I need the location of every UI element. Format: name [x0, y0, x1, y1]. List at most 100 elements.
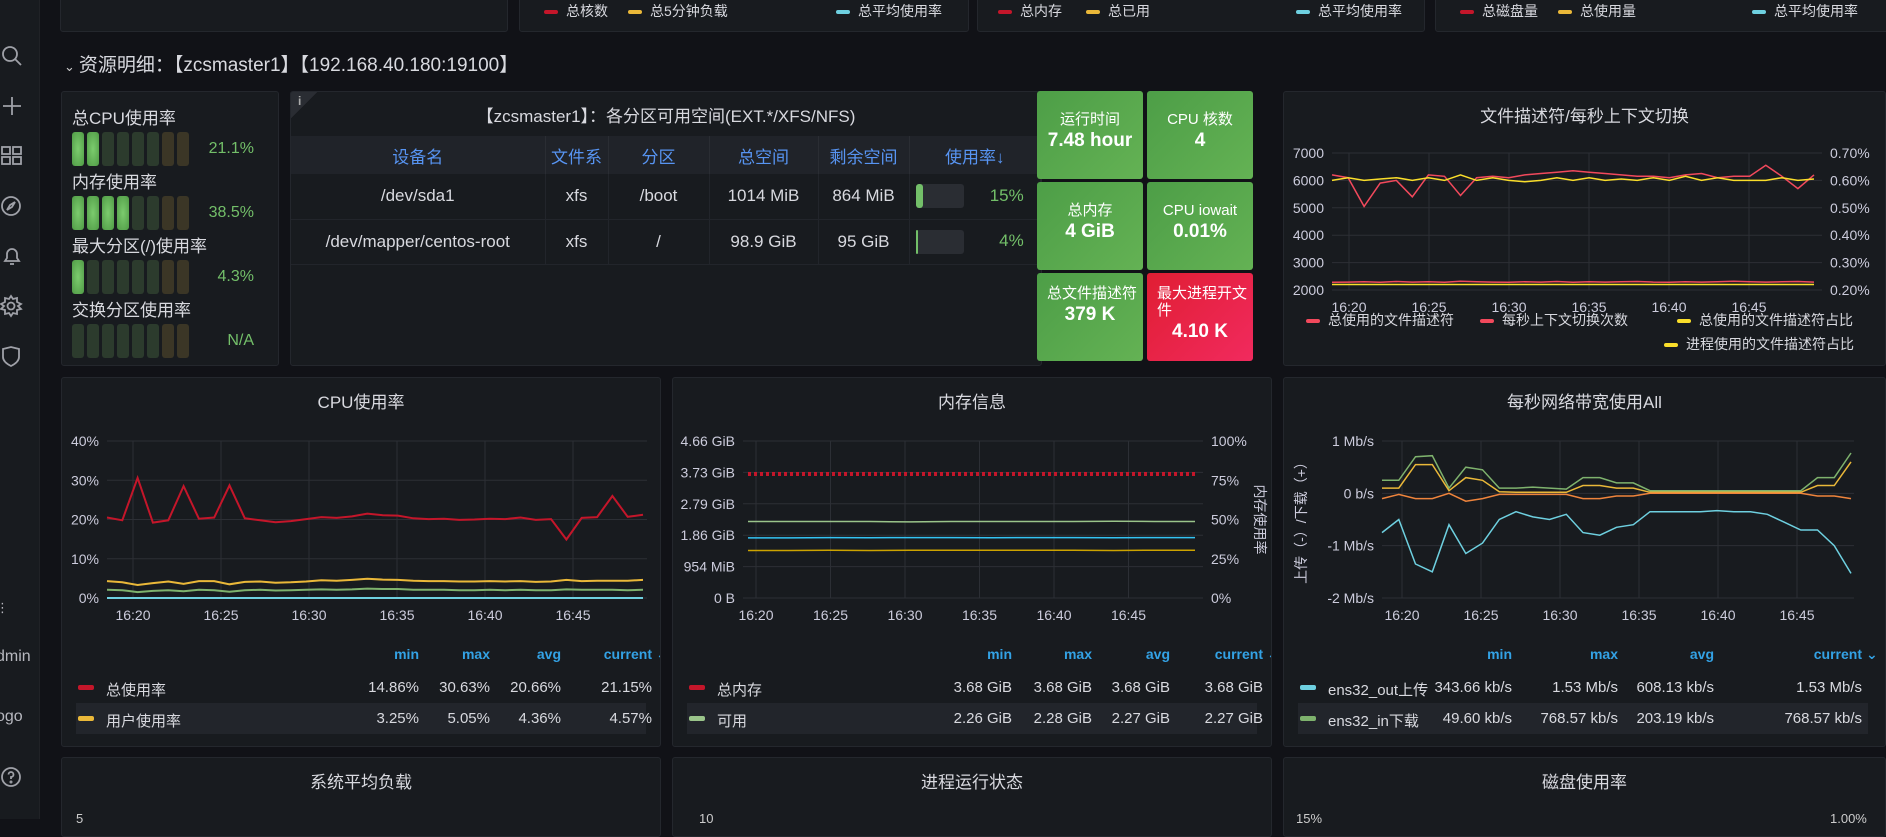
- gauge-cell: [117, 260, 129, 294]
- legend-item[interactable]: 总核数: [544, 1, 608, 21]
- legend-header-min[interactable]: min: [1452, 646, 1512, 662]
- legend-header-max[interactable]: max: [1558, 646, 1618, 662]
- x-tick-label: 16:20: [115, 607, 150, 623]
- sort-chevron-icon[interactable]: ⌄: [656, 646, 661, 663]
- cell-total: 98.9 GiB: [709, 219, 818, 264]
- gauge-cell: [87, 132, 99, 166]
- gauge-label: 最大分区(/)使用率: [72, 232, 207, 257]
- legend-series-name: 总内存: [717, 679, 762, 700]
- explore-compass-icon[interactable]: [0, 194, 24, 218]
- search-icon[interactable]: [0, 44, 24, 68]
- column-header-fs[interactable]: 文件系: [545, 136, 608, 174]
- gauge-cell: [132, 196, 144, 230]
- column-header-free[interactable]: 剩余空间: [818, 136, 909, 174]
- y-tick-label: 4000: [1293, 227, 1324, 243]
- configuration-gear-icon[interactable]: [0, 294, 24, 318]
- legend-item[interactable]: 总磁盘量: [1460, 1, 1538, 21]
- row-title-collapse[interactable]: ⌄资源明细：【zcsmaster1】【192.168.40.180:19100】: [64, 50, 518, 77]
- legend-header-avg[interactable]: avg: [1654, 646, 1714, 662]
- legend-series-name: 总使用率: [106, 679, 166, 700]
- legend-item[interactable]: 总平均使用率: [1296, 1, 1402, 21]
- legend-header-min[interactable]: min: [952, 646, 1012, 662]
- legend-header-avg[interactable]: avg: [501, 646, 561, 662]
- signout-label[interactable]: ogo: [0, 708, 23, 726]
- y-tick-label: 40%: [71, 433, 99, 449]
- x-tick-label: 16:30: [887, 607, 922, 623]
- stat-tile[interactable]: 总文件描述符379 K: [1037, 273, 1143, 361]
- legend-item[interactable]: 总使用量: [1558, 1, 1636, 21]
- stat-tile[interactable]: 运行时间7.48 hour: [1037, 91, 1143, 179]
- user-profile-label[interactable]: dmin: [0, 648, 31, 666]
- legend-item[interactable]: 总5分钟负载: [628, 1, 728, 21]
- stat-tile[interactable]: CPU iowait0.01%: [1147, 182, 1253, 270]
- panel-title: 【zcsmaster1】：各分区可用空间(EXT.*/XFS/NFS): [291, 102, 1041, 127]
- legend-item[interactable]: 总平均使用率: [836, 1, 942, 21]
- legend-row[interactable]: 总使用率14.86%30.63%20.66%21.15%: [76, 672, 646, 703]
- alerting-bell-icon[interactable]: [0, 244, 24, 268]
- sort-chevron-icon[interactable]: ⌄: [1267, 646, 1272, 663]
- legend-header-current[interactable]: current: [592, 646, 652, 662]
- stat-label: 总内存: [1037, 202, 1143, 219]
- legend-swatch: [689, 685, 705, 690]
- cell-free: 95 GiB: [818, 219, 909, 264]
- dashboards-icon[interactable]: [0, 144, 24, 168]
- column-header-mount[interactable]: 分区: [608, 136, 709, 174]
- server-admin-shield-icon[interactable]: [0, 344, 24, 368]
- legend-current-value: 4.57%: [532, 710, 652, 727]
- help-icon[interactable]: [0, 765, 24, 789]
- x-tick-label: 16:45: [555, 607, 590, 623]
- legend-header-current[interactable]: current: [1203, 646, 1263, 662]
- stat-tile[interactable]: CPU 核数4: [1147, 91, 1253, 179]
- series-line: [1382, 511, 1851, 574]
- x-tick-label: 16:20: [738, 607, 773, 623]
- partial-panel-mem-summary: 总内存 总已用 总平均使用率: [977, 0, 1425, 32]
- legend-min-value: 343.66 kb/s: [1392, 679, 1512, 696]
- legend-row[interactable]: 可用2.26 GiB2.28 GiB2.27 GiB2.27 GiB: [687, 703, 1257, 734]
- legend-item[interactable]: 总使用的文件描述符: [1306, 310, 1454, 330]
- column-header-total[interactable]: 总空间: [709, 136, 818, 174]
- stat-label: CPU 核数: [1147, 111, 1253, 128]
- table-row: /dev/mapper/centos-root xfs / 98.9 GiB 9…: [291, 219, 1041, 264]
- stat-value: 4 GiB: [1037, 221, 1143, 243]
- gauge-cell: [147, 196, 159, 230]
- legend-item[interactable]: 总已用: [1086, 1, 1150, 21]
- legend-item[interactable]: 总内存: [998, 1, 1062, 21]
- stat-tile[interactable]: 最大进程开文件4.10 K: [1147, 273, 1253, 361]
- y-tick-label: 954 MiB: [684, 559, 735, 575]
- sort-chevron-icon[interactable]: ⌄: [1866, 646, 1878, 663]
- cell-mount: /boot: [608, 174, 709, 219]
- y2-tick-label: 0.40%: [1830, 227, 1870, 243]
- stat-value: 0.01%: [1147, 221, 1253, 243]
- column-header-usage[interactable]: 使用率↓: [909, 136, 1041, 174]
- legend-row[interactable]: 总内存3.68 GiB3.68 GiB3.68 GiB3.68 GiB: [687, 672, 1257, 703]
- user-avatar-fragment[interactable]: ⋮: [0, 600, 9, 616]
- legend-row[interactable]: 用户使用率3.25%5.05%4.36%4.57%: [76, 703, 646, 734]
- legend-header-current[interactable]: current: [1802, 646, 1862, 662]
- column-header-device[interactable]: 设备名: [291, 136, 545, 174]
- legend-item[interactable]: 每秒上下文切换次数: [1480, 310, 1628, 330]
- y-tick-label: 0%: [79, 590, 99, 606]
- legend-row[interactable]: ens32_in下载49.60 kb/s768.57 kb/s203.19 kb…: [1298, 703, 1868, 734]
- cell-device: /dev/sda1: [291, 174, 545, 219]
- legend-header-min[interactable]: min: [359, 646, 419, 662]
- y-tick-label: 5000: [1293, 200, 1324, 216]
- x-tick-label: 16:30: [1542, 607, 1577, 623]
- gauge-cell: [117, 132, 129, 166]
- plus-icon[interactable]: [0, 94, 24, 118]
- stat-tile[interactable]: 总内存 4 GiB: [1037, 182, 1143, 270]
- y-axis-label: 上传（-）/下载（+）: [1293, 455, 1309, 584]
- legend-item[interactable]: 总平均使用率: [1752, 1, 1858, 21]
- legend-header-avg[interactable]: avg: [1110, 646, 1170, 662]
- cell-fs: xfs: [545, 174, 608, 219]
- legend-row[interactable]: ens32_out上传343.66 kb/s1.53 Mb/s608.13 kb…: [1298, 672, 1868, 703]
- partial-panel-cpu-summary: 总核数 总5分钟负载 总平均使用率: [519, 0, 969, 32]
- x-tick-label: 16:25: [813, 607, 848, 623]
- legend-header-max[interactable]: max: [430, 646, 490, 662]
- legend-header-max[interactable]: max: [1032, 646, 1092, 662]
- gauge-cell: [87, 260, 99, 294]
- x-tick-label: 16:45: [1111, 607, 1146, 623]
- gauge-cell: [132, 324, 144, 358]
- legend-swatch: [1300, 716, 1316, 721]
- legend-item[interactable]: 进程使用的文件描述符占比: [1664, 334, 1854, 354]
- legend-item[interactable]: 总使用的文件描述符占比: [1677, 310, 1853, 330]
